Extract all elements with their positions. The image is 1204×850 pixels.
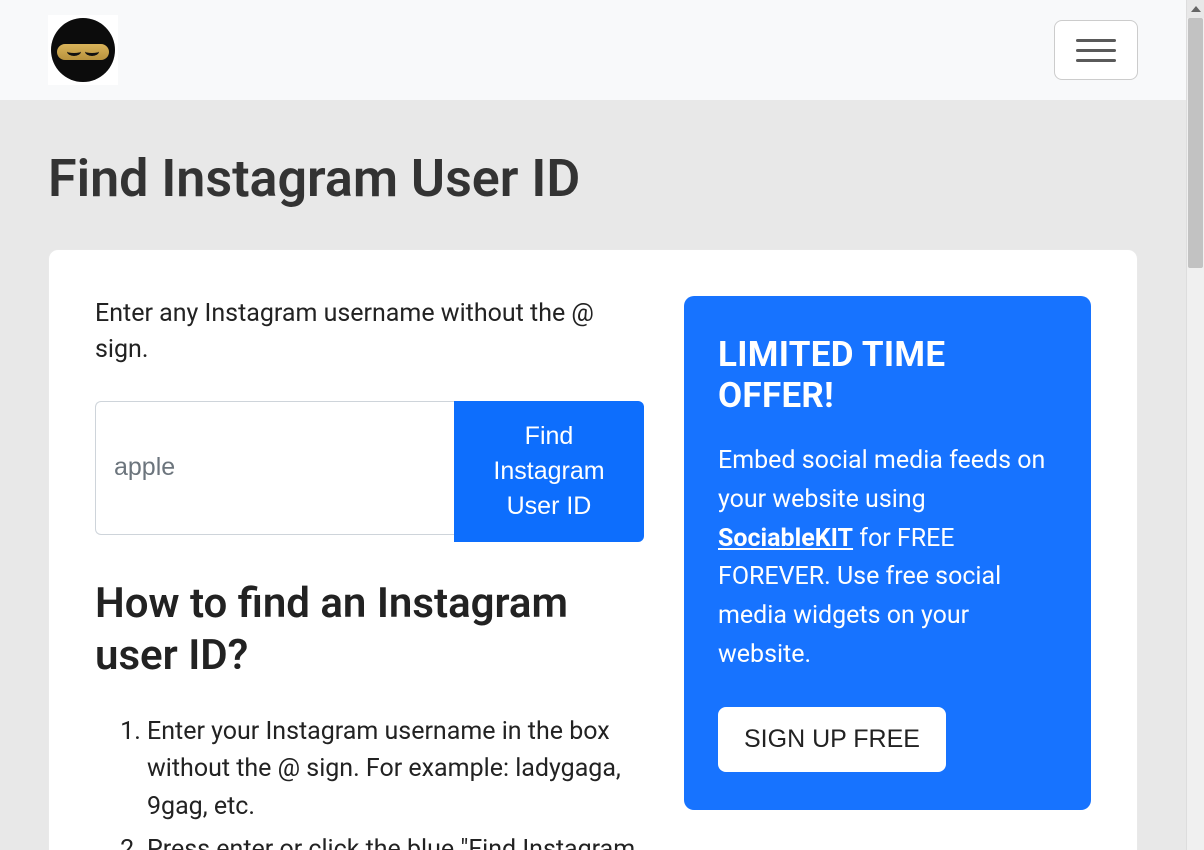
howto-step: Press enter or click the blue "Find Inst… [147, 831, 644, 850]
top-navbar [0, 0, 1186, 100]
find-user-id-button[interactable]: Find Instagram User ID [454, 401, 644, 542]
username-input-group: Find Instagram User ID [95, 401, 644, 542]
howto-steps-list: Enter your Instagram username in the box… [95, 713, 644, 850]
vertical-scrollbar[interactable] [1186, 0, 1204, 850]
hamburger-icon [1076, 39, 1116, 42]
howto-step: Enter your Instagram username in the box… [147, 713, 644, 826]
offer-box: LIMITED TIME OFFER! Embed social media f… [684, 296, 1091, 810]
scroll-thumb[interactable] [1188, 18, 1203, 268]
ninja-icon [51, 18, 115, 82]
main-card: Enter any Instagram username without the… [48, 249, 1138, 850]
page-title: Find Instagram User ID [48, 148, 1138, 209]
instruction-text: Enter any Instagram username without the… [95, 296, 644, 369]
scroll-up-button[interactable] [1187, 0, 1204, 18]
brand-logo[interactable] [48, 15, 118, 85]
offer-title: LIMITED TIME OFFER! [718, 334, 1057, 416]
sociablekit-link[interactable]: SociableKIT [718, 524, 853, 553]
hamburger-menu-button[interactable] [1054, 20, 1138, 80]
howto-heading: How to find an Instagram user ID? [95, 578, 644, 683]
sign-up-free-button[interactable]: SIGN UP FREE [718, 707, 946, 772]
offer-body: Embed social media feeds on your website… [718, 442, 1057, 675]
username-input[interactable] [95, 401, 454, 535]
